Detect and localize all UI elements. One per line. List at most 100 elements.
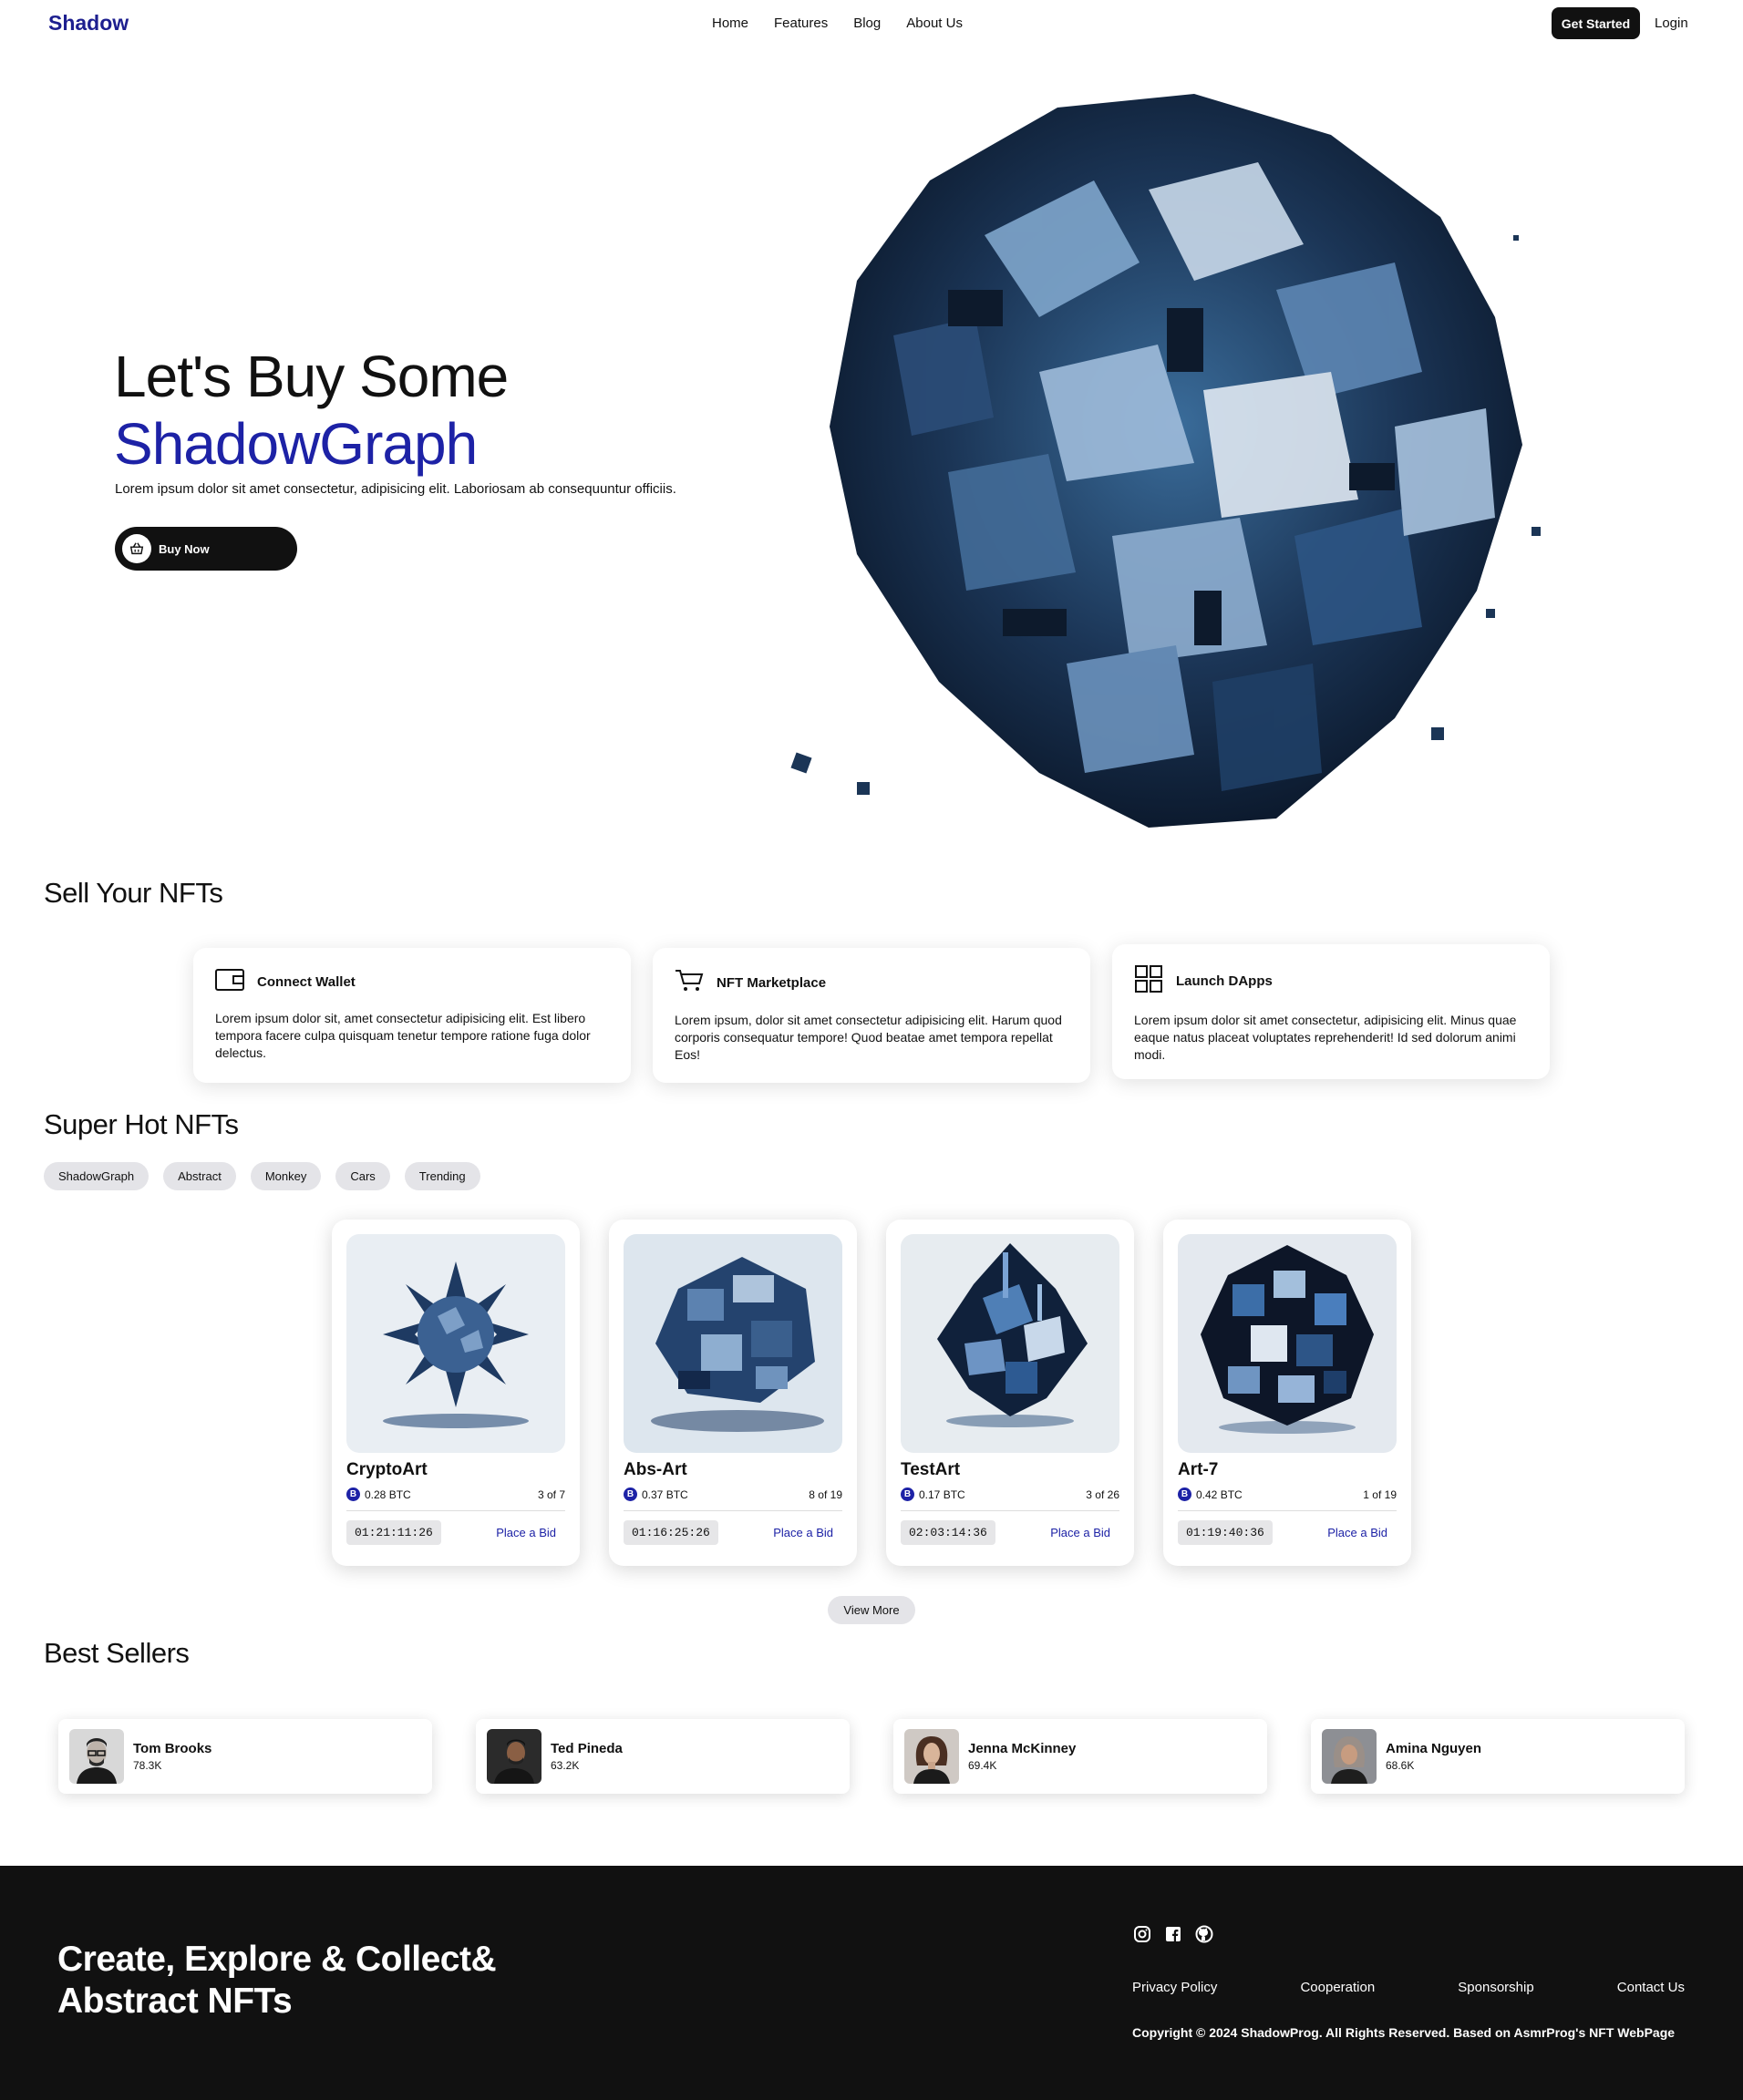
basket-icon	[122, 534, 151, 563]
view-more-button[interactable]: View More	[828, 1596, 915, 1624]
nft-timer: 02:03:14:36	[901, 1520, 995, 1545]
sell-card-launch-dapps: Launch DApps Lorem ipsum dolor sit amet …	[1112, 944, 1550, 1079]
seller-count: 69.4K	[968, 1759, 997, 1772]
place-bid-link[interactable]: Place a Bid	[1327, 1526, 1397, 1539]
footer-link-sponsorship[interactable]: Sponsorship	[1458, 1980, 1533, 1995]
footer-title-line1: Create, Explore & Collect&	[57, 1940, 497, 1979]
sell-card-text: Lorem ipsum dolor sit amet consectetur, …	[1134, 1013, 1517, 1062]
nav-home[interactable]: Home	[712, 15, 748, 31]
bitcoin-icon: B	[1178, 1488, 1191, 1501]
nft-name: Abs-Art	[624, 1460, 687, 1479]
logo[interactable]: Shadow	[48, 11, 129, 36]
nft-image	[346, 1234, 565, 1453]
seller-card[interactable]: Tom Brooks 78.3K	[58, 1719, 432, 1794]
seller-name: Ted Pineda	[551, 1741, 623, 1756]
nft-timer: 01:21:11:26	[346, 1520, 441, 1545]
nft-price: 0.37 BTC	[642, 1488, 688, 1501]
bitcoin-icon: B	[624, 1488, 637, 1501]
seller-count: 78.3K	[133, 1759, 162, 1772]
nft-price: 0.28 BTC	[365, 1488, 411, 1501]
bitcoin-icon: B	[901, 1488, 914, 1501]
filter-abstract[interactable]: Abstract	[163, 1162, 236, 1190]
place-bid-link[interactable]: Place a Bid	[496, 1526, 565, 1539]
cart-icon	[675, 968, 704, 997]
nft-image	[1178, 1234, 1397, 1453]
grid-icon	[1134, 964, 1163, 997]
avatar	[1322, 1729, 1377, 1784]
avatar	[69, 1729, 124, 1784]
nav-blog[interactable]: Blog	[853, 15, 881, 31]
seller-name: Tom Brooks	[133, 1741, 212, 1756]
hot-section-title: Super Hot NFTs	[44, 1108, 239, 1140]
nft-image	[624, 1234, 842, 1453]
filter-monkey[interactable]: Monkey	[250, 1162, 322, 1190]
footer-link-contact[interactable]: Contact Us	[1617, 1980, 1685, 1995]
github-icon[interactable]	[1194, 1924, 1214, 1944]
seller-count: 68.6K	[1386, 1759, 1415, 1772]
sell-card-title: NFT Marketplace	[717, 974, 827, 991]
hero-nft-image	[766, 80, 1586, 837]
sell-card-connect-wallet: Connect Wallet Lorem ipsum dolor sit, am…	[193, 948, 631, 1083]
nav-links: Home Features Blog About Us	[712, 15, 963, 31]
filter-pills: ShadowGraph Abstract Monkey Cars Trendin…	[44, 1162, 480, 1190]
nav-features[interactable]: Features	[774, 15, 828, 31]
footer-title: Create, Explore & Collect& Abstract NFTs	[57, 1939, 497, 2023]
nft-edition: 1 of 19	[1363, 1488, 1397, 1501]
nft-price: 0.42 BTC	[1196, 1488, 1243, 1501]
instagram-icon[interactable]	[1132, 1924, 1152, 1944]
sellers-section-title: Best Sellers	[44, 1637, 190, 1669]
seller-name: Amina Nguyen	[1386, 1741, 1482, 1756]
nft-price: 0.17 BTC	[919, 1488, 965, 1501]
place-bid-link[interactable]: Place a Bid	[773, 1526, 842, 1539]
nft-edition: 3 of 7	[537, 1488, 565, 1501]
seller-name: Jenna McKinney	[968, 1741, 1077, 1756]
avatar	[904, 1729, 959, 1784]
facebook-icon[interactable]	[1163, 1924, 1183, 1944]
footer-link-cooperation[interactable]: Cooperation	[1300, 1980, 1375, 1995]
seller-card[interactable]: Amina Nguyen 68.6K	[1311, 1719, 1685, 1794]
get-started-button[interactable]: Get Started	[1552, 7, 1640, 39]
hero-text: Lorem ipsum dolor sit amet consectetur, …	[115, 481, 676, 497]
seller-card[interactable]: Jenna McKinney 69.4K	[893, 1719, 1267, 1794]
copyright: Copyright © 2024 ShadowProg. All Rights …	[1132, 2025, 1676, 2040]
sell-card-title: Connect Wallet	[257, 973, 356, 990]
top-nav: Shadow Home Features Blog About Us Get S…	[0, 0, 1743, 47]
sell-card-text: Lorem ipsum dolor sit, amet consectetur …	[215, 1011, 591, 1060]
place-bid-link[interactable]: Place a Bid	[1050, 1526, 1119, 1539]
sell-card-title: Launch DApps	[1176, 973, 1273, 989]
sell-section-title: Sell Your NFTs	[44, 877, 223, 909]
nft-card[interactable]: TestArt B 0.17 BTC 3 of 26 02:03:14:36 Pl…	[886, 1220, 1134, 1566]
nft-card[interactable]: Abs-Art B 0.37 BTC 8 of 19 01:16:25:26 Pl…	[609, 1220, 857, 1566]
footer-link-privacy[interactable]: Privacy Policy	[1132, 1980, 1217, 1995]
nft-edition: 8 of 19	[809, 1488, 842, 1501]
nft-name: CryptoArt	[346, 1460, 428, 1479]
sell-card-text: Lorem ipsum, dolor sit amet consectetur …	[675, 1013, 1062, 1062]
login-link[interactable]: Login	[1655, 15, 1688, 31]
wallet-icon	[215, 968, 244, 995]
avatar	[487, 1729, 541, 1784]
nft-card[interactable]: Art-7 B 0.42 BTC 1 of 19 01:19:40:36 Plac…	[1163, 1220, 1411, 1566]
nft-timer: 01:19:40:36	[1178, 1520, 1273, 1545]
nav-about-us[interactable]: About Us	[906, 15, 963, 31]
footer: Create, Explore & Collect& Abstract NFTs…	[0, 1866, 1743, 2100]
seller-card[interactable]: Ted Pineda 63.2K	[476, 1719, 850, 1794]
sell-card-nft-marketplace: NFT Marketplace Lorem ipsum, dolor sit a…	[653, 948, 1090, 1083]
filter-shadowgraph[interactable]: ShadowGraph	[44, 1162, 150, 1190]
hero-title-accent: ShadowGraph	[114, 411, 478, 477]
filter-cars[interactable]: Cars	[335, 1162, 390, 1190]
buy-now-label: Buy Now	[159, 541, 210, 556]
nft-name: Art-7	[1178, 1460, 1219, 1479]
buy-now-button[interactable]: Buy Now	[115, 527, 297, 571]
footer-links: Privacy Policy Cooperation Sponsorship C…	[1132, 1980, 1685, 1995]
nft-name: TestArt	[901, 1460, 961, 1479]
bitcoin-icon: B	[346, 1488, 360, 1501]
seller-count: 63.2K	[551, 1759, 580, 1772]
nft-edition: 3 of 26	[1086, 1488, 1119, 1501]
nft-timer: 01:16:25:26	[624, 1520, 718, 1545]
filter-trending[interactable]: Trending	[404, 1162, 480, 1190]
nft-image	[901, 1234, 1119, 1453]
hero-title: Let's Buy Some	[114, 344, 509, 409]
nft-card[interactable]: CryptoArt B 0.28 BTC 3 of 7 01:21:11:26 P…	[332, 1220, 580, 1566]
social-links	[1132, 1924, 1214, 1944]
footer-title-line2: Abstract NFTs	[57, 1982, 293, 2021]
